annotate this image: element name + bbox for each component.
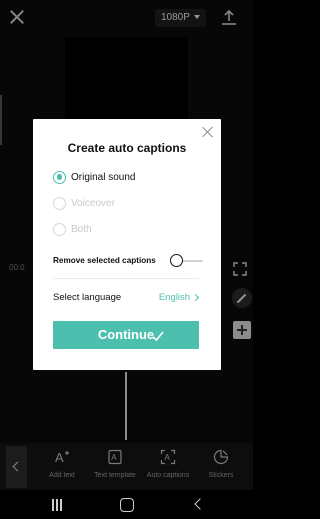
select-language-row[interactable]: Select language English — [53, 290, 200, 306]
option-original-sound[interactable]: Original sound — [53, 169, 135, 185]
home-icon[interactable] — [120, 498, 134, 512]
recents-icon[interactable] — [51, 499, 63, 511]
remove-captions-toggle[interactable] — [170, 254, 205, 268]
option-label: Voiceover — [71, 197, 115, 209]
option-both[interactable]: Both — [53, 221, 92, 237]
radio-disabled-icon — [53, 196, 66, 210]
system-navigation-bar — [0, 490, 253, 519]
radio-disabled-icon — [53, 222, 66, 236]
continue-button[interactable]: Continue — [53, 321, 199, 349]
dialog-title: Create auto captions — [67, 141, 187, 155]
language-value: English — [158, 292, 190, 303]
remove-captions-row: Remove selected captions — [53, 253, 203, 269]
pointer-cursor-icon — [152, 331, 164, 342]
continue-label: Continue — [97, 327, 155, 342]
toggle-knob — [170, 254, 183, 267]
option-label: Both — [71, 223, 92, 235]
divider — [53, 278, 199, 279]
option-label: Original sound — [71, 171, 136, 183]
radio-selected-icon — [53, 170, 66, 184]
auto-captions-dialog: Create auto captions Original sound Voic… — [33, 119, 221, 370]
option-voiceover[interactable]: Voiceover — [53, 195, 115, 211]
back-icon[interactable] — [194, 498, 206, 510]
dialog-close-icon[interactable] — [202, 126, 214, 138]
chevron-right-icon — [191, 293, 200, 302]
language-label: Select language — [53, 292, 122, 303]
video-editor-screen: 1080P 00:0 A Add text A Text template A … — [0, 0, 253, 519]
remove-captions-label: Remove selected captions — [53, 256, 156, 265]
